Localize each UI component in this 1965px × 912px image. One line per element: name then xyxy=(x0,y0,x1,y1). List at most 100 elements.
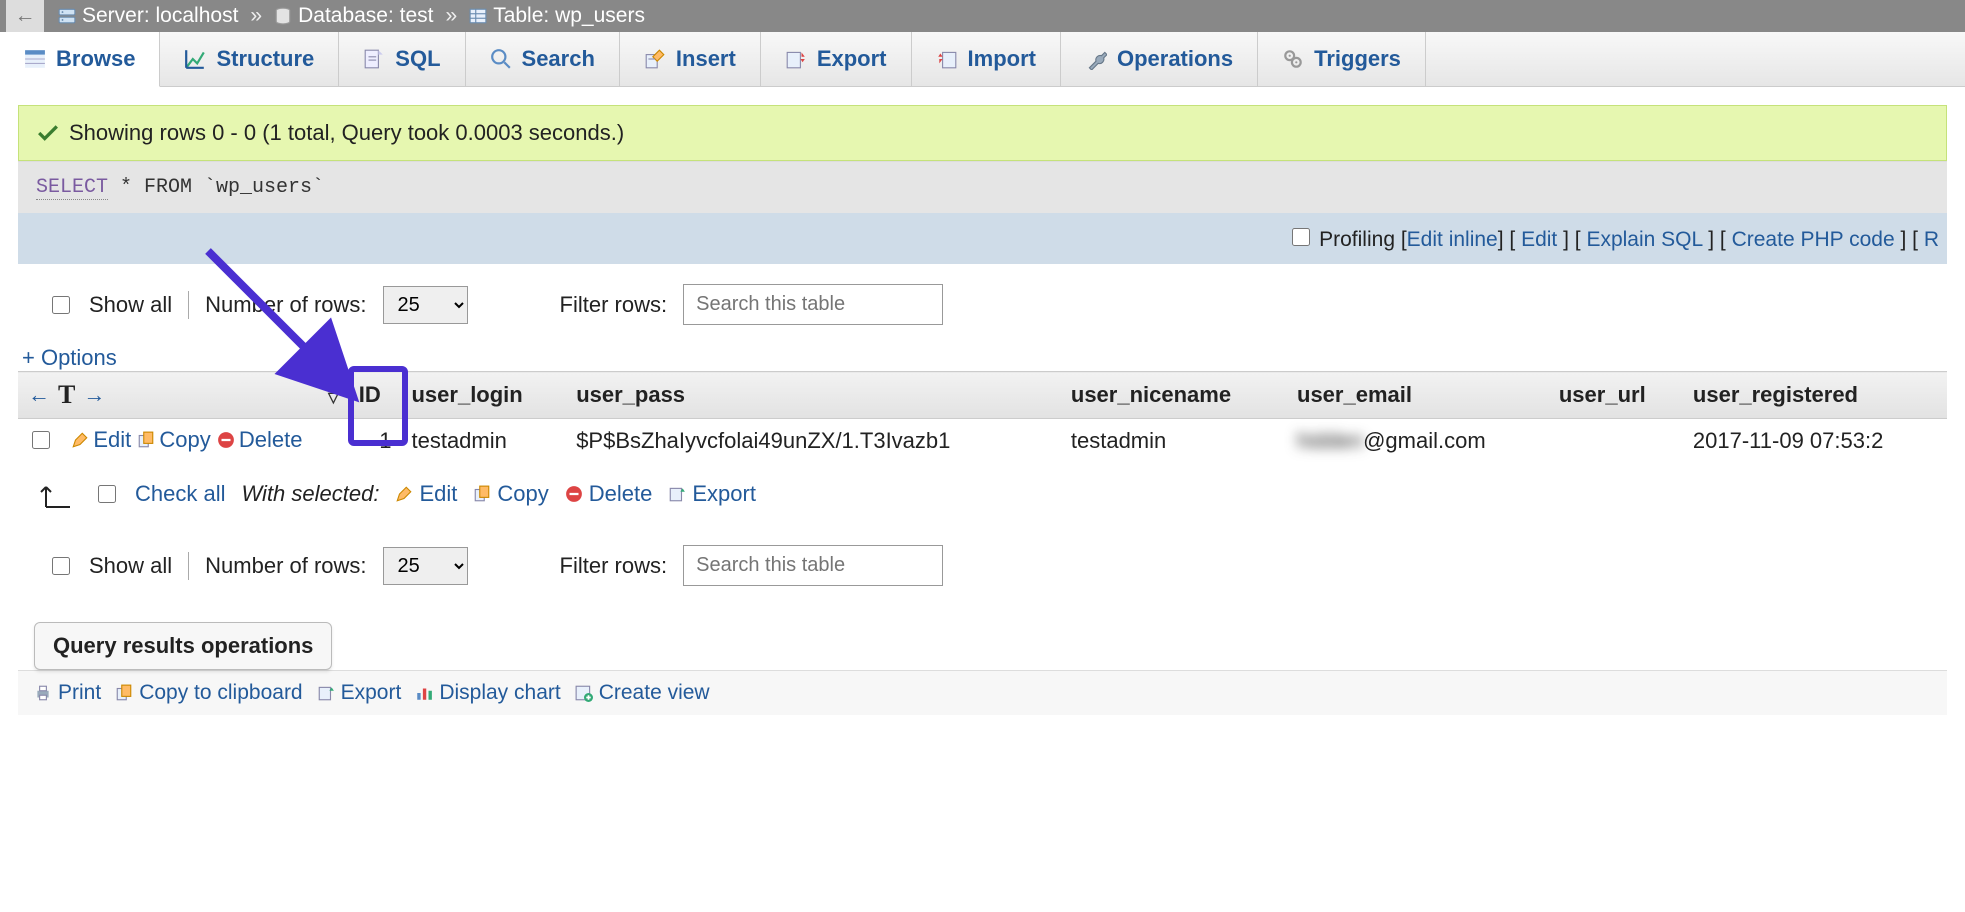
col-user-pass[interactable]: user_pass xyxy=(566,372,1061,419)
create-php-link[interactable]: Create PHP code xyxy=(1732,228,1895,251)
col-user-nicename[interactable]: user_nicename xyxy=(1061,372,1287,419)
column-move-tools[interactable]: ← T → xyxy=(28,380,105,410)
check-all-checkbox[interactable] xyxy=(98,485,116,503)
tab-browse[interactable]: Browse xyxy=(0,32,160,87)
tab-sql-label: SQL xyxy=(395,46,440,72)
tab-operations[interactable]: Operations xyxy=(1061,32,1258,86)
insert-icon xyxy=(644,48,666,70)
query-display: SELECT * FROM `wp_users` xyxy=(18,161,1947,213)
bulk-actions: Check all With selected: Edit Copy Delet… xyxy=(18,463,1947,525)
copy-icon xyxy=(473,485,491,503)
row-checkbox[interactable] xyxy=(32,431,50,449)
edit-inline-link[interactable]: Edit inline xyxy=(1407,228,1498,251)
delete-icon xyxy=(565,485,583,503)
breadcrumb-sep: » xyxy=(442,4,462,28)
row-copy[interactable]: Copy xyxy=(137,427,210,453)
tab-export[interactable]: Export xyxy=(761,32,912,86)
search-icon xyxy=(490,48,512,70)
import-icon xyxy=(936,48,958,70)
options-toggle[interactable]: + Options xyxy=(22,345,117,370)
status-message: Showing rows 0 - 0 (1 total, Query took … xyxy=(18,105,1947,161)
bulk-export[interactable]: Export xyxy=(668,481,756,507)
cell-user-nicename: testadmin xyxy=(1061,419,1287,464)
profiling-label: Profiling xyxy=(1319,228,1395,251)
num-rows-select-bottom[interactable]: 25 xyxy=(383,547,468,585)
pencil-icon xyxy=(395,485,413,503)
clipboard-icon xyxy=(115,684,133,702)
filter-input-bottom[interactable] xyxy=(683,545,943,586)
filter-input[interactable] xyxy=(683,284,943,325)
email-domain: @gmail.com xyxy=(1363,428,1486,453)
up-arrow-icon xyxy=(38,479,78,509)
show-all-checkbox[interactable] xyxy=(52,296,70,314)
cell-user-registered: 2017-11-09 07:53:2 xyxy=(1683,419,1947,464)
query-keyword: SELECT xyxy=(36,176,108,200)
filter-label-bottom: Filter rows: xyxy=(560,553,668,579)
copy-icon xyxy=(137,431,155,449)
pencil-icon xyxy=(71,431,89,449)
query-ops-header: Query results operations xyxy=(34,622,332,670)
filter-label: Filter rows: xyxy=(560,292,668,318)
query-actions: Profiling [Edit inline] [ Edit ] [ Expla… xyxy=(18,213,1947,264)
move-right-icon[interactable]: → xyxy=(83,382,105,408)
breadcrumb-sep: » xyxy=(246,4,266,28)
export-icon xyxy=(785,48,807,70)
delete-icon xyxy=(217,431,235,449)
breadcrumb-table[interactable]: Table: wp_users xyxy=(461,4,653,28)
row-edit[interactable]: Edit xyxy=(71,427,131,453)
show-all-checkbox-bottom[interactable] xyxy=(52,557,70,575)
operations-icon xyxy=(1085,48,1107,70)
col-user-registered[interactable]: user_registered xyxy=(1683,372,1947,419)
tab-search[interactable]: Search xyxy=(466,32,620,86)
num-rows-label: Number of rows: xyxy=(205,292,366,318)
email-hidden: hidden xyxy=(1297,428,1363,453)
ops-export[interactable]: Export xyxy=(317,681,402,705)
sort-indicator-icon[interactable]: ▽ xyxy=(328,389,339,405)
ops-display-chart[interactable]: Display chart xyxy=(415,681,560,705)
breadcrumb-server[interactable]: Server: localhost xyxy=(50,4,246,28)
tabs: Browse Structure SQL Search Insert Expor… xyxy=(0,32,1965,87)
table-row: Edit Copy Delete 1 testadmin xyxy=(18,419,1947,464)
show-all-label: Show all xyxy=(89,292,172,318)
browse-icon xyxy=(24,48,46,70)
edit-link[interactable]: Edit xyxy=(1521,228,1557,251)
tab-insert[interactable]: Insert xyxy=(620,32,761,86)
bulk-copy[interactable]: Copy xyxy=(473,481,548,507)
tab-insert-label: Insert xyxy=(676,46,736,72)
col-user-login[interactable]: user_login xyxy=(401,372,566,419)
back-button[interactable]: ← xyxy=(6,0,44,32)
check-all-link[interactable]: Check all xyxy=(135,481,225,507)
tab-structure[interactable]: Structure xyxy=(160,32,339,86)
col-user-url[interactable]: user_url xyxy=(1549,372,1683,419)
structure-icon xyxy=(184,48,206,70)
tab-search-label: Search xyxy=(522,46,595,72)
bulk-delete[interactable]: Delete xyxy=(565,481,653,507)
results-table: ← T → ▽ ID user_login user_pass user_nic… xyxy=(18,371,1947,463)
breadcrumb-server-label: Server: localhost xyxy=(82,4,238,28)
tab-structure-label: Structure xyxy=(216,46,314,72)
col-user-email[interactable]: user_email xyxy=(1287,372,1549,419)
tab-triggers[interactable]: Triggers xyxy=(1258,32,1426,86)
cell-user-login: testadmin xyxy=(401,419,566,464)
ops-create-view[interactable]: Create view xyxy=(575,681,710,705)
ops-copy-clipboard[interactable]: Copy to clipboard xyxy=(115,681,302,705)
profiling-checkbox[interactable] xyxy=(1292,228,1310,246)
breadcrumb: ← Server: localhost » Database: test » T… xyxy=(0,0,1965,32)
with-selected-label: With selected: xyxy=(241,481,379,507)
tab-sql[interactable]: SQL xyxy=(339,32,465,86)
tab-import[interactable]: Import xyxy=(912,32,1061,86)
row-delete[interactable]: Delete xyxy=(217,427,303,453)
col-id[interactable]: ID xyxy=(349,372,402,419)
explain-link[interactable]: Explain SQL xyxy=(1586,228,1702,251)
cell-user-url xyxy=(1549,419,1683,464)
breadcrumb-database[interactable]: Database: test xyxy=(266,4,441,28)
ops-print[interactable]: Print xyxy=(34,681,101,705)
cell-id: 1 xyxy=(349,419,402,464)
move-left-icon[interactable]: ← xyxy=(28,382,50,408)
show-all-label-bottom: Show all xyxy=(89,553,172,579)
bulk-edit[interactable]: Edit xyxy=(395,481,457,507)
num-rows-select[interactable]: 25 xyxy=(383,286,468,324)
refresh-link[interactable]: R xyxy=(1924,228,1939,251)
breadcrumb-database-label: Database: test xyxy=(298,4,433,28)
controls-top: Show all Number of rows: 25 Filter rows: xyxy=(18,264,1947,345)
